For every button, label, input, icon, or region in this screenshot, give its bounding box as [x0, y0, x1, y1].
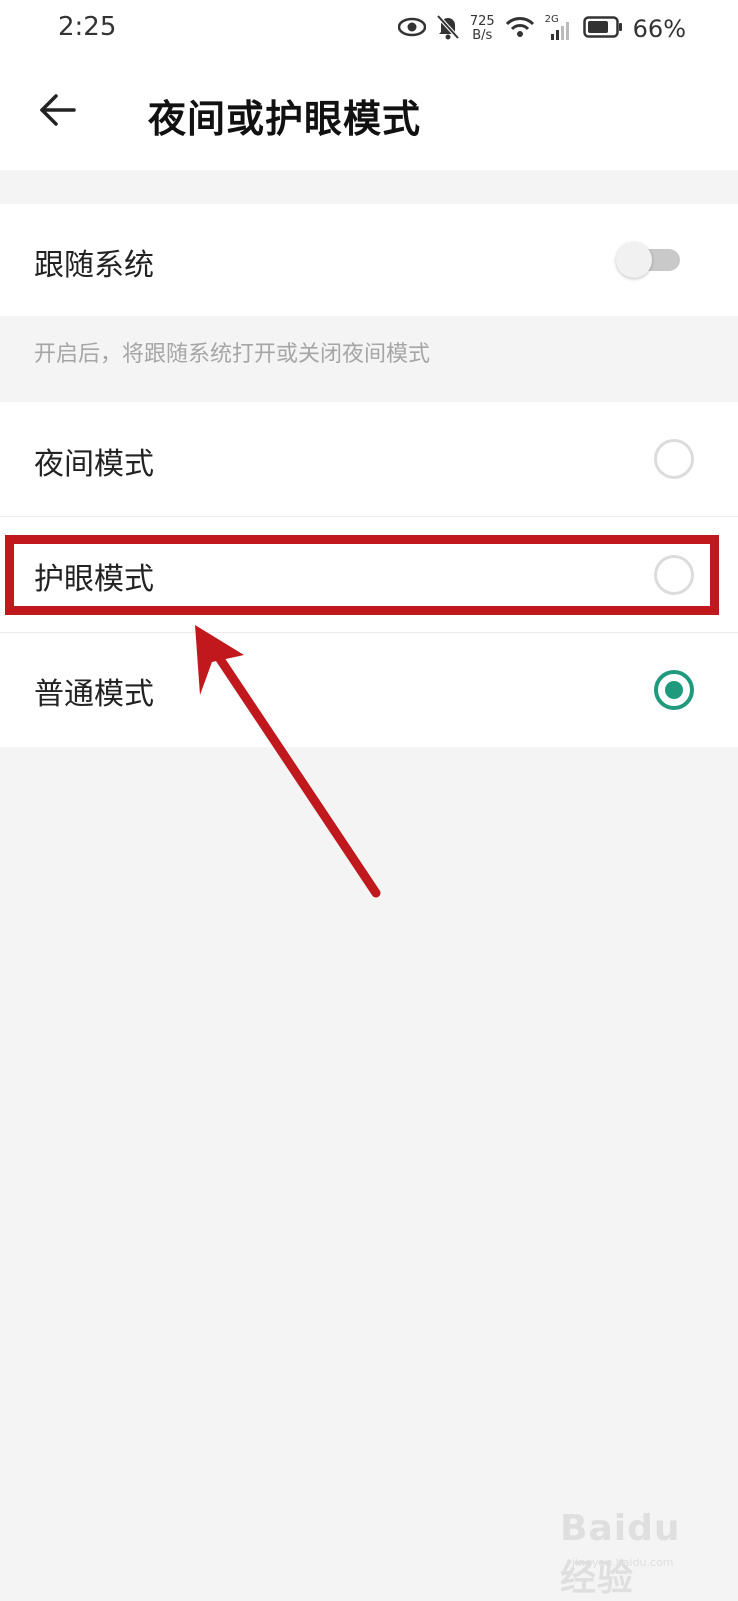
baidu-watermark: Baidu 经验 jingyan.baidu.com: [560, 1502, 710, 1599]
annotation-arrow: [195, 625, 381, 898]
watermark-brand: Baidu 经验: [560, 1508, 681, 1599]
watermark-url: jingyan.baidu.com: [572, 1556, 674, 1569]
